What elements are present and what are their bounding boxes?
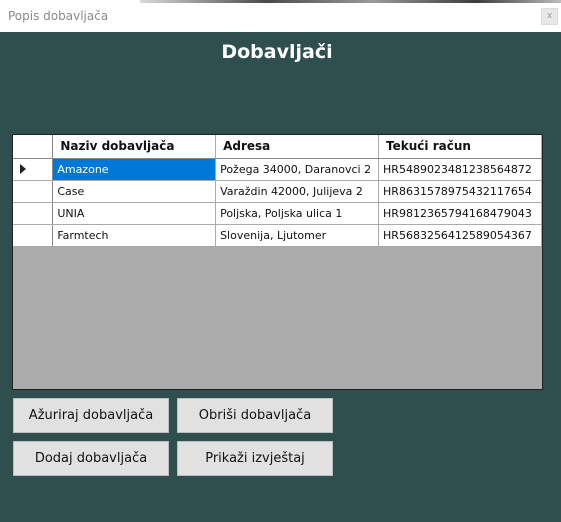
table-row[interactable]: UNIA Poljska, Poljska ulica 1 HR98123657…	[13, 202, 542, 225]
show-report-button[interactable]: Prikaži izvještaj	[177, 441, 333, 476]
cell-naziv[interactable]: Farmtech	[52, 224, 217, 247]
table-row[interactable]: Case Varaždin 42000, Julijeva 2 HR863157…	[13, 180, 542, 203]
cell-racun[interactable]: HR5489023481238564872	[378, 158, 542, 181]
cell-naziv[interactable]: UNIA	[52, 202, 217, 225]
row-header-current[interactable]	[13, 158, 54, 181]
column-header-naziv[interactable]: Naziv dobavljača	[52, 135, 217, 159]
cell-racun[interactable]: HR5683256412589054367	[378, 224, 542, 247]
cell-adresa[interactable]: Požega 34000, Daranovci 2	[215, 158, 380, 181]
add-supplier-button[interactable]: Dodaj dobavljača	[13, 441, 169, 476]
title-bar-decoration	[140, 0, 561, 3]
update-supplier-button[interactable]: Ažuriraj dobavljača	[13, 398, 169, 433]
suppliers-table: Naziv dobavljača Adresa Tekući račun Ama…	[13, 135, 542, 247]
cell-adresa[interactable]: Slovenija, Ljutomer	[215, 224, 380, 247]
column-header-racun[interactable]: Tekući račun	[378, 135, 542, 159]
cell-racun[interactable]: HR8631578975432117654	[378, 180, 542, 203]
header-row: Naziv dobavljača Adresa Tekući račun	[13, 135, 542, 159]
close-button[interactable]: x	[541, 8, 558, 25]
row-header[interactable]	[13, 224, 54, 247]
suppliers-grid[interactable]: Naziv dobavljača Adresa Tekući račun Ama…	[12, 134, 543, 390]
table-row[interactable]: Farmtech Slovenija, Ljutomer HR568325641…	[13, 224, 542, 247]
cell-naziv-selected[interactable]: Amazone	[52, 158, 217, 181]
column-header-adresa[interactable]: Adresa	[215, 135, 380, 159]
row-header[interactable]	[13, 202, 54, 225]
title-bar: Popis dobavljača x	[0, 0, 561, 32]
row-header[interactable]	[13, 180, 54, 203]
page-title: Dobavljači	[221, 41, 333, 63]
current-row-arrow-icon	[20, 164, 26, 174]
cell-adresa[interactable]: Poljska, Poljska ulica 1	[215, 202, 380, 225]
cell-adresa[interactable]: Varaždin 42000, Julijeva 2	[215, 180, 380, 203]
delete-supplier-button[interactable]: Obriši dobavljača	[177, 398, 333, 433]
header-corner	[13, 135, 54, 159]
cell-racun[interactable]: HR9812365794168479043	[378, 202, 542, 225]
window-title: Popis dobavljača	[8, 9, 109, 23]
table-row[interactable]: Amazone Požega 34000, Daranovci 2 HR5489…	[13, 158, 542, 181]
cell-naziv[interactable]: Case	[52, 180, 217, 203]
